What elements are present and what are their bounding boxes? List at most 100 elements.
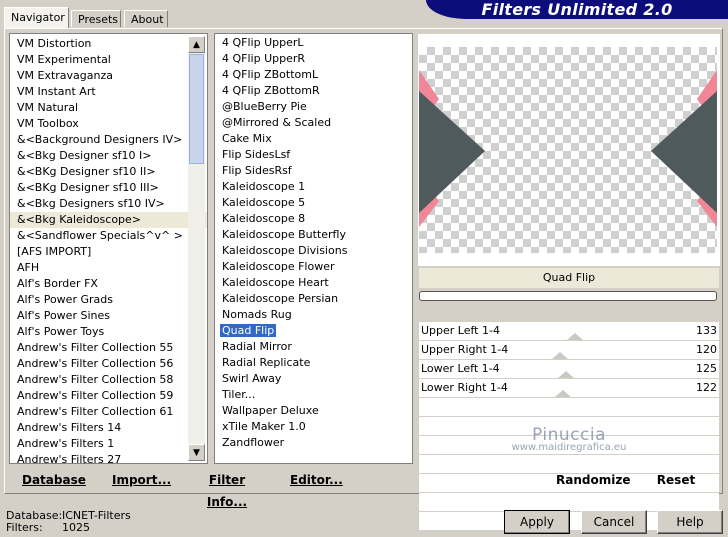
category-item[interactable]: [AFS IMPORT]: [10, 244, 207, 260]
filter-item[interactable]: Tiler...: [215, 387, 412, 403]
category-item[interactable]: VM Natural: [10, 100, 207, 116]
database-button[interactable]: Database: [22, 469, 86, 491]
filter-item[interactable]: Flip SidesRsf: [215, 163, 412, 179]
slider-thumb[interactable]: [555, 390, 571, 397]
filter-items: 4 QFlip UpperL 4 QFlip UpperR 4 QFlip ZBot…: [215, 35, 412, 451]
filter-item[interactable]: Quad Flip: [215, 323, 412, 339]
slider-lower-left[interactable]: Lower Left 1-4 125: [419, 360, 719, 379]
tab-presets-label: Presets: [78, 13, 119, 26]
slider-value: 125: [696, 362, 717, 375]
category-item[interactable]: Andrew's Filter Collection 56: [10, 356, 207, 372]
cancel-button[interactable]: Cancel: [581, 510, 647, 534]
category-item[interactable]: &<Bkg Designers sf10 IV>: [10, 196, 207, 212]
category-item[interactable]: &<Bkg Designer sf10 I>: [10, 148, 207, 164]
category-item[interactable]: Alf's Border FX: [10, 276, 207, 292]
import-button-label: Import...: [112, 473, 172, 487]
category-item[interactable]: VM Distortion: [10, 36, 207, 52]
category-item[interactable]: Andrew's Filter Collection 58: [10, 372, 207, 388]
filter-item[interactable]: 4 QFlip ZBottomL: [215, 67, 412, 83]
slider-value: 122: [696, 381, 717, 394]
category-item[interactable]: Alf's Power Sines: [10, 308, 207, 324]
category-item[interactable]: Alf's Power Toys: [10, 324, 207, 340]
category-item[interactable]: Andrew's Filters 1: [10, 436, 207, 452]
filter-item[interactable]: @BlueBerry Pie: [215, 99, 412, 115]
filter-item[interactable]: Swirl Away: [215, 371, 412, 387]
category-list[interactable]: VM Distortion VM Experimental VM Extravaga…: [9, 33, 208, 464]
category-item[interactable]: VM Toolbox: [10, 116, 207, 132]
reset-button-label: Reset: [656, 473, 696, 487]
category-item[interactable]: Alf's Power Grads: [10, 292, 207, 308]
category-item[interactable]: Andrew's Filter Collection 59: [10, 388, 207, 404]
filter-item[interactable]: 4 QFlip UpperR: [215, 51, 412, 67]
parameter-sliders: Upper Left 1-4 133 Upper Right 1-4 120 L…: [419, 322, 719, 531]
preview-diamond: [419, 91, 485, 213]
status-area: Database:ICNET-Filters Filters: 1025: [6, 510, 131, 534]
category-item[interactable]: AFH: [10, 260, 207, 276]
filter-item[interactable]: Kaleidoscope 1: [215, 179, 412, 195]
category-item[interactable]: &<BKg Designer sf10 III>: [10, 180, 207, 196]
category-item[interactable]: &<Background Designers IV>: [10, 132, 207, 148]
scroll-down-icon[interactable]: ▼: [188, 444, 205, 461]
import-button[interactable]: Import...: [112, 469, 172, 491]
editor-button[interactable]: Editor...: [290, 469, 343, 491]
scroll-up-icon[interactable]: ▲: [188, 36, 205, 53]
database-button-label: Database: [22, 473, 86, 487]
category-item[interactable]: &<Sandflower Specials^v^ >: [10, 228, 207, 244]
empty-slider-row: [419, 417, 719, 436]
category-item[interactable]: &<Bkg Kaleidoscope>: [10, 212, 207, 228]
category-item[interactable]: VM Instant Art: [10, 84, 207, 100]
filter-item[interactable]: Kaleidoscope Heart: [215, 275, 412, 291]
filter-item[interactable]: 4 QFlip UpperL: [215, 35, 412, 51]
filter-item[interactable]: Wallpaper Deluxe: [215, 403, 412, 419]
slider-thumb[interactable]: [552, 352, 568, 359]
filter-info-button-label: Filter Info...: [206, 473, 248, 509]
category-item[interactable]: Andrew's Filter Collection 55: [10, 340, 207, 356]
slider-thumb[interactable]: [567, 333, 583, 340]
filter-item[interactable]: Kaleidoscope Persian: [215, 291, 412, 307]
filter-item[interactable]: Radial Replicate: [215, 355, 412, 371]
tab-about[interactable]: About: [124, 10, 168, 27]
reset-button[interactable]: Reset: [654, 469, 698, 491]
filter-item[interactable]: 4 QFlip ZBottomR: [215, 83, 412, 99]
filter-item[interactable]: Cake Mix: [215, 131, 412, 147]
scroll-thumb[interactable]: [189, 54, 204, 164]
tab-navigator-label: Navigator: [11, 11, 65, 24]
category-item[interactable]: Andrew's Filter Collection 61: [10, 404, 207, 420]
tab-presets[interactable]: Presets: [71, 10, 121, 27]
filter-item[interactable]: Flip SidesLsf: [215, 147, 412, 163]
category-item[interactable]: VM Extravaganza: [10, 68, 207, 84]
filter-item[interactable]: Kaleidoscope Flower: [215, 259, 412, 275]
slider-lower-right[interactable]: Lower Right 1-4 122: [419, 379, 719, 398]
category-item[interactable]: Andrew's Filters 14: [10, 420, 207, 436]
apply-button[interactable]: Apply: [504, 510, 570, 534]
category-item[interactable]: &<BKg Designer sf10 II>: [10, 164, 207, 180]
empty-slider-row: [419, 398, 719, 417]
filter-item[interactable]: Zandflower: [215, 435, 412, 451]
preview-diamond: [651, 91, 717, 213]
app-banner: Filters Unlimited 2.0: [426, 0, 728, 19]
filter-item-label: Quad Flip: [220, 324, 277, 337]
filter-item[interactable]: Nomads Rug: [215, 307, 412, 323]
slider-upper-left[interactable]: Upper Left 1-4 133: [419, 322, 719, 341]
filter-info-button[interactable]: Filter Info...: [192, 469, 262, 509]
category-scrollbar[interactable]: ▲ ▼: [188, 36, 205, 461]
filter-item[interactable]: @Mirrored & Scaled: [215, 115, 412, 131]
preview-image: [419, 47, 717, 253]
randomize-button[interactable]: Randomize: [556, 469, 630, 491]
category-item[interactable]: Andrew's Filters 27: [10, 452, 207, 463]
filter-item[interactable]: Kaleidoscope Butterfly: [215, 227, 412, 243]
slider-upper-right[interactable]: Upper Right 1-4 120: [419, 341, 719, 360]
filter-item[interactable]: Kaleidoscope 8: [215, 211, 412, 227]
slider-label: Lower Left 1-4: [421, 362, 500, 375]
filter-item[interactable]: Kaleidoscope 5: [215, 195, 412, 211]
filter-list[interactable]: 4 QFlip UpperL 4 QFlip UpperR 4 QFlip ZBot…: [214, 33, 413, 464]
tab-about-label: About: [131, 13, 164, 26]
slider-thumb[interactable]: [558, 371, 574, 378]
filter-item[interactable]: Kaleidoscope Divisions: [215, 243, 412, 259]
help-button[interactable]: Help: [657, 510, 723, 534]
tab-navigator[interactable]: Navigator: [4, 7, 69, 28]
category-item[interactable]: VM Experimental: [10, 52, 207, 68]
filter-item[interactable]: Radial Mirror: [215, 339, 412, 355]
filter-item[interactable]: xTile Maker 1.0: [215, 419, 412, 435]
filters-count-value: 1025: [62, 521, 90, 534]
